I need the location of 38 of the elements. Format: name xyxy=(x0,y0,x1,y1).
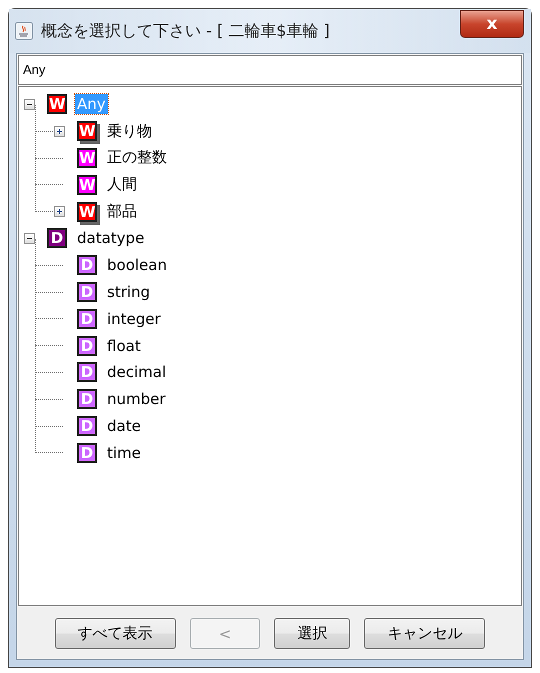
class-icon: D xyxy=(77,362,97,382)
collapse-icon[interactable] xyxy=(24,98,35,110)
tree-item[interactable]: float xyxy=(105,336,143,356)
class-icon: W xyxy=(77,148,97,168)
tree-item[interactable]: integer xyxy=(105,308,163,329)
expand-icon[interactable] xyxy=(54,206,65,218)
class-icon: D xyxy=(77,416,97,436)
window-title: 概念を選択して下さい - [ 二輪車$車輪 ] xyxy=(41,20,331,42)
tree-item[interactable]: decimal xyxy=(105,362,168,382)
tree-item[interactable]: datatype xyxy=(75,228,146,248)
tree-item[interactable]: number xyxy=(105,389,168,410)
class-icon: W xyxy=(77,121,97,142)
class-icon: D xyxy=(77,255,97,276)
input-field[interactable]: Any xyxy=(18,55,522,85)
class-icon: D xyxy=(77,336,97,356)
collapse-icon[interactable] xyxy=(24,232,35,244)
class-icon: W xyxy=(77,174,97,195)
tree-item[interactable]: time xyxy=(105,442,143,463)
class-icon: D xyxy=(77,308,97,329)
tree-item[interactable]: boolean xyxy=(105,255,169,276)
class-icon: D xyxy=(77,442,97,463)
class-icon: D xyxy=(77,389,97,410)
class-icon: W xyxy=(47,94,67,114)
tree-item[interactable]: date xyxy=(105,416,143,436)
tree-item[interactable]: 正の整数 xyxy=(105,147,169,168)
tree-item[interactable]: 人間 xyxy=(105,174,139,196)
dialog-button[interactable]: すべて表示 xyxy=(54,618,176,649)
java-cup-icon xyxy=(15,22,33,40)
class-icon: D xyxy=(77,282,97,302)
tree-item[interactable]: 乗り物 xyxy=(105,120,154,142)
class-icon: D xyxy=(47,228,67,248)
tree-item[interactable]: 部品 xyxy=(105,201,139,222)
dialog-button[interactable]: 選択 xyxy=(274,618,350,649)
tree-item[interactable]: string xyxy=(105,282,152,302)
dialog-button[interactable]: キャンセル xyxy=(364,618,486,649)
class-icon: W xyxy=(77,202,97,222)
close-button[interactable]: x xyxy=(460,10,524,38)
expand-icon[interactable] xyxy=(54,126,65,137)
